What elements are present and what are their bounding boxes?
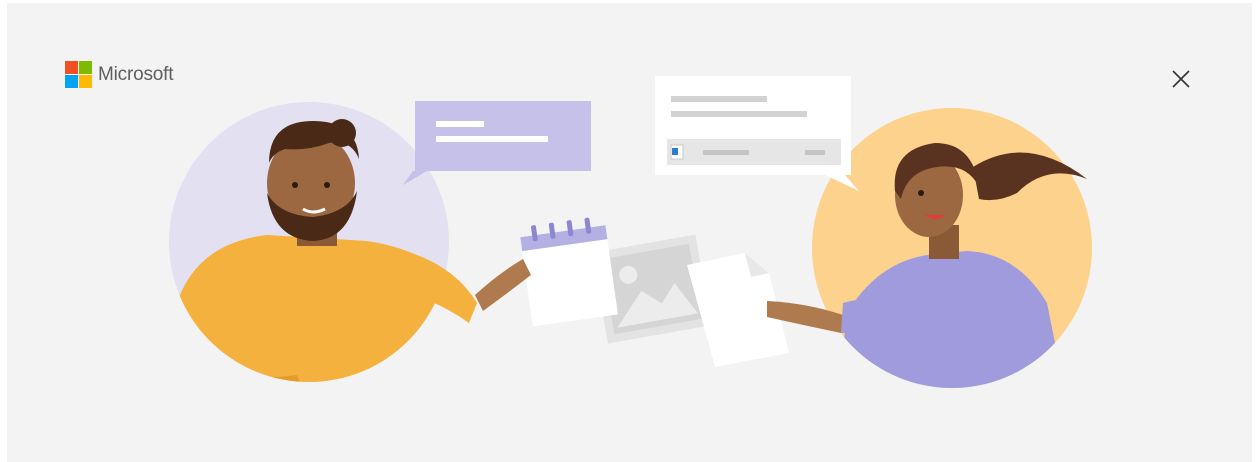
calendar-icon: [520, 217, 618, 327]
collaboration-illustration: [169, 76, 1092, 388]
chat-bubble-icon: [403, 101, 591, 185]
document-card-icon: [655, 76, 859, 191]
teams-welcome-window: Microsoft: [7, 3, 1252, 462]
